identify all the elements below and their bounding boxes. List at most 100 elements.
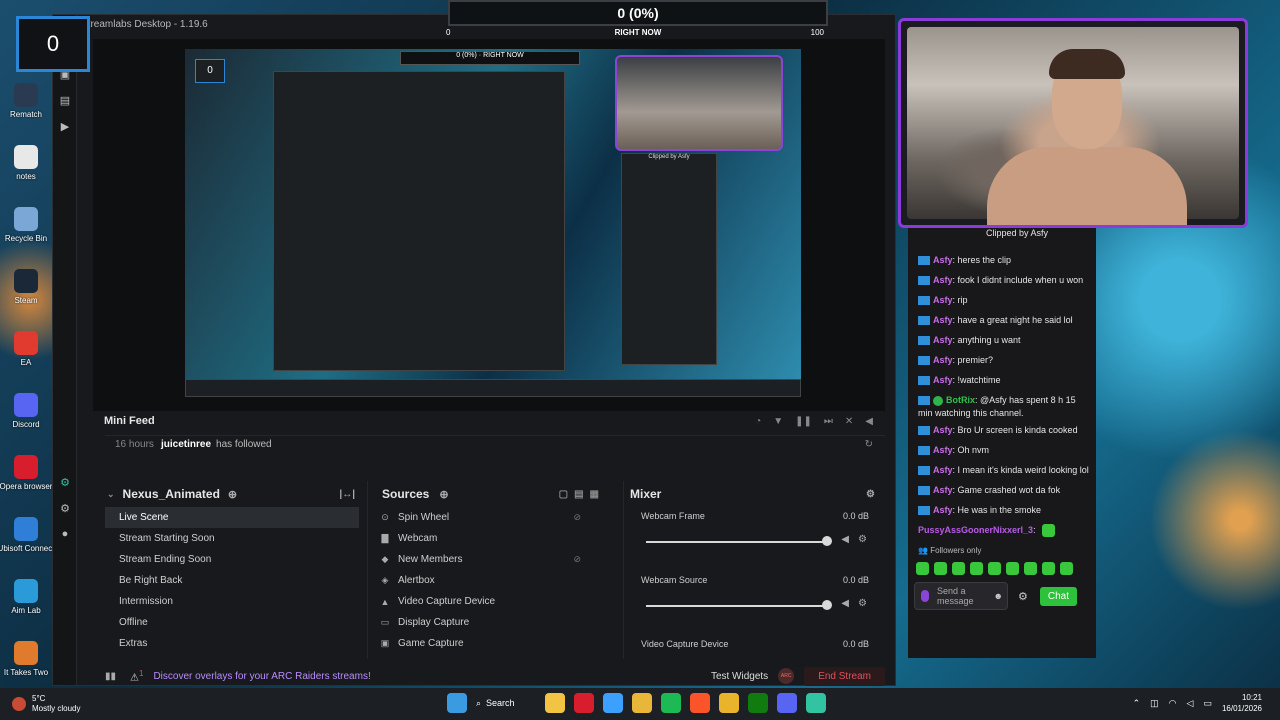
chat-settings-icon[interactable]: ⚙ <box>1018 590 1028 603</box>
weather-widget[interactable]: 5°C Mostly cloudy <box>12 694 80 714</box>
scene-item[interactable]: Extras <box>105 633 359 654</box>
network-icon[interactable]: ◫ <box>1150 698 1159 709</box>
desktop-icon[interactable]: Opera browser <box>0 442 52 504</box>
performance-icon[interactable]: ▮▮ <box>105 671 116 682</box>
tray-chevron-icon[interactable]: ⌃ <box>1133 698 1141 709</box>
filter-icon[interactable]: ▼ <box>773 416 783 427</box>
source-item[interactable]: ▇ Webcam <box>368 528 617 549</box>
chat-username[interactable]: Asfy <box>933 255 953 265</box>
chat-username[interactable]: Asfy <box>933 465 953 475</box>
transition-icon[interactable]: |↔| <box>339 489 355 500</box>
chat-username[interactable]: Asfy <box>933 505 953 515</box>
desktop-icon[interactable]: Ubisoft Connect <box>0 504 54 566</box>
source-item[interactable]: ▲ Video Capture Device <box>368 591 617 612</box>
themes-icon[interactable]: ▤ <box>53 87 77 113</box>
chat-username[interactable]: Asfy <box>933 335 953 345</box>
opera-icon[interactable] <box>574 693 594 713</box>
emote-icon[interactable] <box>1006 561 1019 575</box>
chat-username[interactable]: PussyAssGoonerNixxerl_3 <box>918 525 1033 535</box>
clock[interactable]: 10:21 16/01/2026 <box>1222 692 1262 714</box>
source-item[interactable]: ◆ New Members ⊘ <box>368 549 617 570</box>
chat-username[interactable]: Asfy <box>933 295 953 305</box>
volume-slider-handle[interactable] <box>822 600 832 610</box>
chrome-icon[interactable] <box>719 693 739 713</box>
chat-username[interactable]: Asfy <box>933 355 953 365</box>
volume-icon[interactable]: ◀ <box>841 534 849 545</box>
speaker-icon[interactable]: ◁ <box>1187 698 1194 709</box>
desktop-icon[interactable]: Discord <box>0 380 52 442</box>
desktop-icon[interactable]: Rematch <box>0 70 52 132</box>
replay-icon[interactable]: ↻ <box>865 439 873 450</box>
desktop-icon[interactable]: It Takes Two <box>0 628 52 690</box>
start-icon[interactable] <box>447 693 467 713</box>
xbox-icon[interactable] <box>748 693 768 713</box>
skip-icon[interactable]: ⏭ <box>824 416 833 427</box>
files-icon[interactable] <box>632 693 652 713</box>
chat-username[interactable]: Asfy <box>933 375 953 385</box>
video-icon[interactable]: ▶ <box>53 113 77 139</box>
chat-username[interactable]: Asfy <box>933 485 953 495</box>
gear-icon[interactable]: ⚙ <box>858 598 867 609</box>
mixer-settings-icon[interactable]: ⚙ <box>866 489 875 500</box>
power-icon[interactable]: ▭ <box>1203 698 1212 709</box>
spotify-icon[interactable] <box>661 693 681 713</box>
brave-icon[interactable] <box>690 693 710 713</box>
chat-username[interactable]: Asfy <box>933 445 953 455</box>
test-widgets-button[interactable]: Test Widgets <box>711 671 768 682</box>
visibility-off-icon[interactable]: ⊘ <box>573 512 581 523</box>
scene-item[interactable]: Stream Starting Soon <box>105 528 359 549</box>
profile-icon[interactable]: ● <box>53 521 77 547</box>
mute-alerts-icon[interactable]: ✕ <box>845 416 853 427</box>
desktop-icon[interactable]: Aim Lab <box>0 566 52 628</box>
scene-item[interactable]: Stream Ending Soon <box>105 549 359 570</box>
avatar[interactable]: ARC <box>778 668 795 684</box>
scene-item[interactable]: Intermission <box>105 591 359 612</box>
add-scene-icon[interactable]: ⊕ <box>228 488 237 501</box>
volume-slider[interactable] <box>646 541 830 543</box>
emoji-icon[interactable]: ☻ <box>994 591 1003 601</box>
scene-item[interactable]: Be Right Back <box>105 570 359 591</box>
visibility-off-icon[interactable]: ⊘ <box>573 554 581 565</box>
pie-icon[interactable]: ◔ <box>755 416 761 427</box>
streamlabs-icon[interactable] <box>806 693 826 713</box>
alert-icon[interactable]: ⚠1 <box>130 669 143 683</box>
emote-icon[interactable] <box>1024 561 1037 575</box>
volume-icon[interactable]: ◀ <box>865 416 873 427</box>
volume-icon[interactable]: ◀ <box>841 598 849 609</box>
emote-icon[interactable] <box>934 561 947 575</box>
collapse-icon[interactable]: ⌄ <box>107 489 115 500</box>
source-item[interactable]: ▭ Display Capture <box>368 612 617 633</box>
scene-item[interactable]: Offline <box>105 612 359 633</box>
desktop-icon[interactable]: notes <box>0 132 52 194</box>
pause-icon[interactable]: ❚❚ <box>795 416 812 427</box>
emote-icon[interactable] <box>916 561 929 575</box>
source-item[interactable]: ◈ Alertbox <box>368 570 617 591</box>
discord-icon[interactable] <box>777 693 797 713</box>
wifi-icon[interactable]: ◠ <box>1169 698 1177 709</box>
desktop-icon[interactable]: Steam <box>0 256 52 318</box>
emote-icon[interactable] <box>970 561 983 575</box>
source-item[interactable]: ⊙ Spin Wheel ⊘ <box>368 507 617 528</box>
scene-item[interactable]: Live Scene <box>105 507 359 528</box>
add-source-icon[interactable]: ⊕ <box>439 488 448 501</box>
chat-username[interactable]: Asfy <box>933 315 953 325</box>
chat-username[interactable]: Asfy <box>933 275 953 285</box>
copilot-icon[interactable] <box>603 693 623 713</box>
desktop-icon[interactable]: EA <box>0 318 52 380</box>
chat-input[interactable]: Send a message ☻ <box>914 582 1008 610</box>
apps-icon[interactable]: ⚙ <box>53 469 77 495</box>
chat-username[interactable]: Asfy <box>933 425 953 435</box>
search-button[interactable]: ⌕ Search <box>476 692 536 714</box>
chat-username[interactable]: BotRix <box>946 395 975 405</box>
source-tools-icon[interactable]: ▢▤▦ <box>559 489 605 500</box>
minifeed-user[interactable]: juicetinree <box>161 439 211 450</box>
chat-send-button[interactable]: Chat <box>1039 586 1077 606</box>
volume-slider-handle[interactable] <box>822 536 832 546</box>
gear-icon[interactable]: ⚙ <box>858 534 867 545</box>
source-item[interactable]: ▣ Game Capture <box>368 633 617 654</box>
settings-icon[interactable]: ⚙ <box>53 495 77 521</box>
emote-icon[interactable] <box>988 561 1001 575</box>
scene-collection-name[interactable]: Nexus_Animated <box>123 487 220 501</box>
end-stream-button[interactable]: End Stream <box>804 666 885 686</box>
explorer-icon[interactable] <box>545 693 565 713</box>
